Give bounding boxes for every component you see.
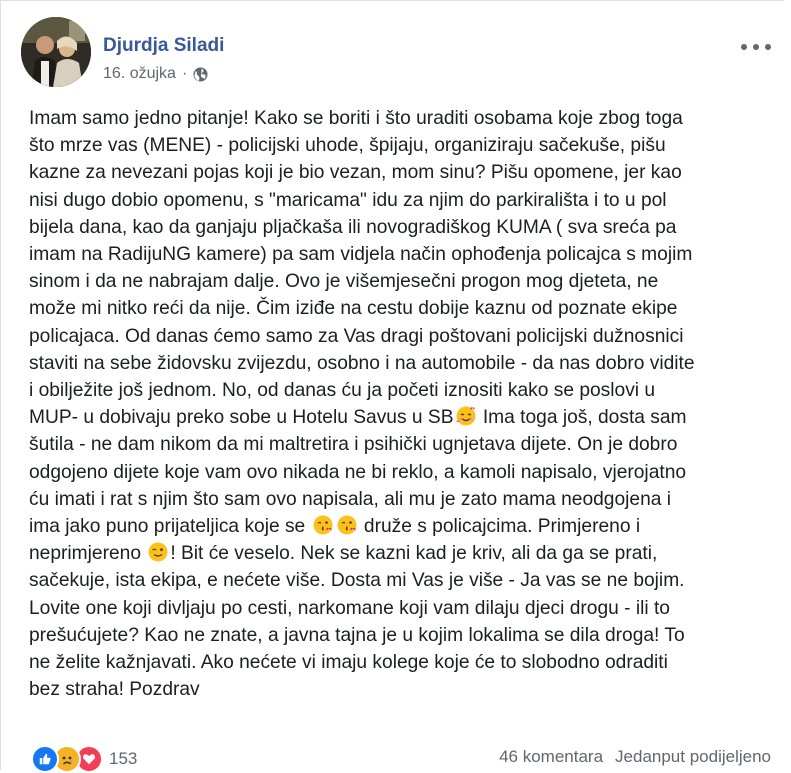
reactions-summary[interactable]: 153 — [31, 745, 137, 773]
post-text: Lovite one koji divljaju po cesti, narko… — [29, 597, 670, 619]
more-dot — [753, 44, 759, 50]
face-blowing-kiss-emoji — [312, 514, 334, 536]
post-text: Imam samo jedno pitanje! Kako se boriti … — [29, 108, 683, 129]
post-text-line: Imam samo jedno pitanje! Kako se boriti … — [29, 105, 759, 132]
reaction-count: 153 — [109, 749, 138, 768]
post-text-line: ne želite kažnjavati. Ako nećete vi imaj… — [29, 649, 759, 676]
post-text: policajaca. Od danas ćemo samo za Vas dr… — [29, 325, 684, 347]
post-text: druže s policajcima. Primjereno i — [358, 516, 641, 538]
post-text: ima jako puno prijateljica koje se — [29, 516, 311, 538]
post-text: što mrze vas (MENE) - policijski uhode, … — [29, 135, 666, 157]
post-text: ne želite kažnjavati. Ako nećete vi imaj… — [29, 652, 668, 674]
more-dot — [765, 44, 771, 50]
post-text-line: ima jako puno prijateljica koje se druže… — [29, 513, 759, 540]
post-text: kazne za nevezani pojas koji je bio veza… — [29, 162, 682, 184]
avatar-photo — [21, 17, 91, 87]
post-text-line: staviti na sebe židovsku zvijezdu, osobn… — [29, 350, 759, 377]
avatar[interactable] — [21, 17, 91, 87]
post-text-line: policajaca. Od danas ćemo samo za Vas dr… — [29, 323, 759, 350]
post-meta: 16. ožujka · — [103, 65, 208, 83]
post-text-line: nisi dugo dobio opomenu, s "maricama" id… — [29, 187, 759, 214]
post-text-line: i obilježite još jednom. No, od danas ću… — [29, 377, 759, 404]
smiling-face-with-hearts-emoji — [455, 405, 477, 427]
post-text: staviti na sebe židovsku zvijezdu, osobn… — [29, 352, 695, 374]
post-stats: 46 komentara Jedanput podijeljeno — [499, 747, 771, 767]
post-card: Djurdja Siladi 16. ožujka · Imam samo je… — [0, 0, 784, 773]
post-text-line: ću imati i rat s njim što sam ovo napisa… — [29, 486, 759, 513]
post-text: Ima toga još, dosta sam — [477, 407, 687, 429]
post-text-line: sinom i da ne nabrajam dalje. Ovo je viš… — [29, 268, 759, 295]
post-text: bijela dana, kao da ganjaju pljačkaša il… — [29, 216, 677, 238]
post-text: sinom i da ne nabrajam dalje. Ovo je viš… — [29, 271, 659, 293]
post-text: imam na RadijuNG kamere) pa sam vidjela … — [29, 244, 693, 266]
post-text: i obilježite još jednom. No, od danas ću… — [29, 380, 656, 402]
post-text-line: MUP- u dobivaju preko sobe u Hotelu Savu… — [29, 404, 759, 431]
author-name[interactable]: Djurdja Siladi — [103, 35, 224, 57]
face-blowing-kiss-emoji — [336, 514, 358, 536]
more-options-icon[interactable] — [741, 37, 771, 57]
post-text: odgojeno dijete koje vam ovo nikada ne b… — [29, 461, 687, 483]
post-header: Djurdja Siladi 16. ožujka · — [21, 17, 771, 87]
post-footer: 153 46 komentara Jedanput podijeljeno — [31, 745, 771, 773]
post-text: ću imati i rat s njim što sam ovo napisa… — [29, 488, 672, 510]
post-text-line: Lovite one koji divljaju po cesti, narko… — [29, 595, 759, 622]
post-text: nisi dugo dobio opomenu, s "maricama" id… — [29, 189, 667, 211]
globe-icon[interactable] — [193, 66, 208, 82]
post-text-line: prešućujete? Kao ne znate, a javna tajna… — [29, 622, 759, 649]
winking-face-emoji — [147, 541, 169, 563]
post-text: neprimjereno — [29, 543, 147, 565]
comments-link[interactable]: 46 komentara — [499, 747, 603, 767]
post-text: bez straha! Pozdrav — [29, 679, 200, 701]
post-text-line: što mrze vas (MENE) - policijski uhode, … — [29, 132, 759, 159]
post-body: Imam samo jedno pitanje! Kako se boriti … — [29, 105, 759, 703]
post-text: prešućujete? Kao ne znate, a javna tajna… — [29, 624, 685, 646]
post-text-line: bijela dana, kao da ganjaju pljačkaša il… — [29, 214, 759, 241]
post-text: može mi nitko reći da nije. Čim iziđe na… — [29, 298, 678, 320]
post-text-line: neprimjereno ! Bit će veselo. Nek se kaz… — [29, 540, 759, 567]
meta-separator: · — [181, 65, 188, 82]
like-reaction-icon — [31, 745, 59, 773]
post-text: sačekuje, ista ekipa, e nećete više. Dos… — [29, 570, 685, 592]
post-text: MUP- u dobivaju preko sobe u Hotelu Savu… — [29, 407, 454, 429]
post-text-line: imam na RadijuNG kamere) pa sam vidjela … — [29, 241, 759, 268]
shares-link[interactable]: Jedanput podijeljeno — [615, 747, 771, 767]
post-text-line: odgojeno dijete koje vam ovo nikada ne b… — [29, 459, 759, 486]
post-text: ! Bit će veselo. Nek se kazni kad je kri… — [170, 543, 658, 565]
post-text-line: bez straha! Pozdrav — [29, 676, 759, 703]
post-text-line: sačekuje, ista ekipa, e nećete više. Dos… — [29, 567, 759, 594]
post-text-line: kazne za nevezani pojas koji je bio veza… — [29, 159, 759, 186]
post-date[interactable]: 16. ožujka — [103, 65, 176, 83]
more-dot — [741, 44, 747, 50]
post-text: šutila - ne dam nikom da mi maltretira i… — [29, 434, 678, 456]
post-text-line: može mi nitko reći da nije. Čim iziđe na… — [29, 295, 759, 322]
post-text-line: šutila - ne dam nikom da mi maltretira i… — [29, 431, 759, 458]
